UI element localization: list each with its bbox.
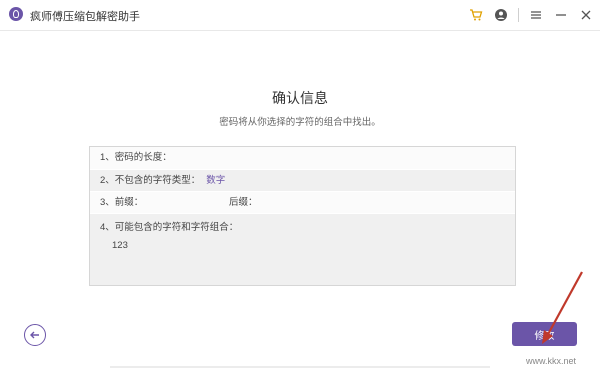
divider: [110, 366, 490, 368]
menu-icon[interactable]: [528, 7, 544, 23]
page-title: 确认信息: [272, 90, 328, 106]
titlebar-controls: [459, 6, 594, 24]
info-row-characters: 4、可能包含的字符和字符组合： 123: [90, 213, 515, 285]
account-icon[interactable]: [493, 7, 509, 23]
info-label-length: 1、密码的长度：: [100, 152, 172, 163]
close-icon[interactable]: [578, 7, 594, 23]
info-row-length: 1、密码的长度：: [90, 147, 515, 169]
annotation-arrow-icon: [542, 271, 583, 344]
minimize-icon[interactable]: [553, 7, 569, 23]
info-row-excluded-types: 2、不包含的字符类型： 数字: [90, 169, 515, 191]
info-value-characters: 123: [112, 240, 128, 251]
info-label-characters: 4、可能包含的字符和字符组合：: [100, 222, 239, 233]
title-bar: 疯师傅压缩包解密助手: [0, 0, 600, 31]
page-subtitle: 密码将从你选择的字符的组合中找出。: [219, 117, 381, 128]
titlebar-separator: [518, 8, 519, 22]
info-label-excluded: 2、不包含的字符类型：: [100, 175, 201, 186]
info-label-suffix: 后缀：: [229, 197, 258, 208]
info-label-prefix: 3、前缀：: [100, 197, 144, 208]
app-title: 疯师傅压缩包解密助手: [30, 11, 140, 23]
confirm-info-panel: 1、密码的长度： 2、不包含的字符类型： 数字 3、前缀： 后缀： 4、可能包含的…: [89, 146, 516, 286]
back-button[interactable]: [24, 324, 46, 346]
info-value-excluded: 数字: [206, 175, 226, 186]
cart-icon[interactable]: [468, 7, 484, 23]
watermark: www.kkx.net: [525, 356, 576, 366]
arrow-left-icon: [30, 331, 39, 339]
app-logo-icon: [9, 7, 23, 21]
info-row-prefix-suffix: 3、前缀： 后缀：: [90, 191, 515, 213]
